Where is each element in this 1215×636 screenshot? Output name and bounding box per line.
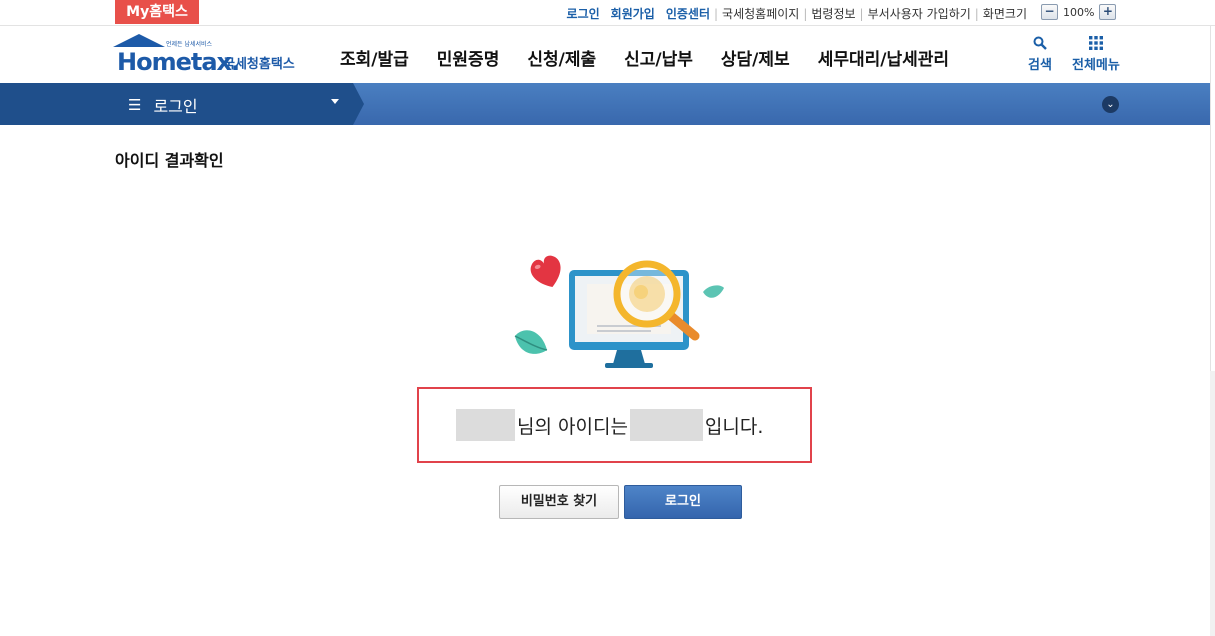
nts-home-link[interactable]: 국세청홈페이지: [722, 5, 799, 22]
logo-korean-name: 국세청홈택스: [223, 57, 295, 72]
logo-wordmark: Hometax.: [117, 48, 240, 76]
masked-user-name: [456, 409, 515, 441]
grid-menu-icon: [1072, 36, 1120, 54]
menu-civil-certificate[interactable]: 민원증명: [437, 45, 500, 70]
login-button[interactable]: 로그인: [624, 485, 742, 519]
id-result-text: 님의 아이디는 입니다.: [456, 409, 763, 441]
page-scrollbar[interactable]: [1210, 26, 1215, 636]
menu-tax-agent[interactable]: 세무대리/납세관리: [818, 45, 949, 70]
all-menu-tool[interactable]: 전체메뉴: [1072, 36, 1120, 73]
utility-links: 로그인 회원가입 인증센터 | 국세청홈페이지 | 법령정보 | 부서사용자 가…: [567, 5, 1027, 22]
menu-consult-report[interactable]: 상담/제보: [721, 45, 790, 70]
result-text-middle: 님의 아이디는: [517, 415, 628, 438]
leaf-icon: [703, 285, 724, 298]
dept-user-signup-link[interactable]: 부서사용자 가입하기: [868, 5, 971, 22]
my-hometax-button[interactable]: My홈택스: [115, 0, 199, 24]
search-icon: [1028, 36, 1052, 54]
sub-navigation: ☰ 로그인 ⌄: [0, 83, 1215, 125]
monitor-magnifier-illustration: [505, 250, 730, 375]
menu-application-submit[interactable]: 신청/제출: [527, 45, 596, 70]
hometax-logo[interactable]: 언제든 납세서비스 Hometax. 국세청홈택스: [113, 34, 308, 76]
search-tool[interactable]: 검색: [1028, 36, 1052, 73]
menu-inquiry-issue[interactable]: 조회/발급: [340, 45, 409, 70]
chevron-down-circle-icon[interactable]: ⌄: [1102, 96, 1119, 113]
signup-link[interactable]: 회원가입: [611, 5, 655, 22]
zoom-control: − 100% +: [1041, 4, 1117, 20]
current-location-label: 로그인: [153, 97, 198, 116]
main-menu: 조회/발급 민원증명 신청/제출 신고/납부 상담/제보 세무대리/납세관리: [340, 45, 977, 70]
top-utility-bar: My홈택스 로그인 회원가입 인증센터 | 국세청홈페이지 | 법령정보 | 부…: [0, 0, 1215, 26]
screen-size-label: 화면크기: [982, 7, 1027, 21]
leaf-icon: [514, 330, 548, 354]
all-menu-label: 전체메뉴: [1072, 58, 1120, 73]
current-location[interactable]: ☰ 로그인: [128, 93, 198, 117]
masked-user-id: [629, 409, 703, 441]
house-roof-icon: [113, 34, 165, 47]
login-link[interactable]: 로그인: [567, 5, 600, 22]
divider: |: [714, 6, 719, 21]
find-password-button[interactable]: 비밀번호 찾기: [499, 485, 619, 519]
zoom-value: 100%: [1063, 5, 1095, 19]
result-text-end: 입니다.: [704, 415, 764, 438]
logo-tagline: 언제든 납세서비스: [166, 41, 213, 48]
cert-center-link[interactable]: 인증센터: [666, 5, 710, 22]
divider: |: [803, 6, 808, 21]
site-header: 언제든 납세서비스 Hometax. 국세청홈택스 조회/발급 민원증명 신청/…: [0, 26, 1215, 83]
law-info-link[interactable]: 법령정보: [811, 5, 855, 22]
heart-icon: [530, 255, 561, 288]
breadcrumb-arrow: [353, 83, 364, 125]
search-label: 검색: [1028, 58, 1052, 73]
zoom-in-button[interactable]: +: [1099, 4, 1117, 20]
caret-down-icon[interactable]: [331, 99, 339, 104]
menu-report-payment[interactable]: 신고/납부: [624, 45, 693, 70]
page-title: 아이디 결과확인: [115, 151, 224, 170]
hamburger-icon: ☰: [128, 96, 142, 114]
divider: |: [974, 6, 979, 21]
zoom-out-button[interactable]: −: [1041, 4, 1058, 20]
scrollbar-thumb[interactable]: [1210, 26, 1215, 371]
divider: |: [859, 6, 864, 21]
id-result-box: 님의 아이디는 입니다.: [417, 387, 812, 463]
